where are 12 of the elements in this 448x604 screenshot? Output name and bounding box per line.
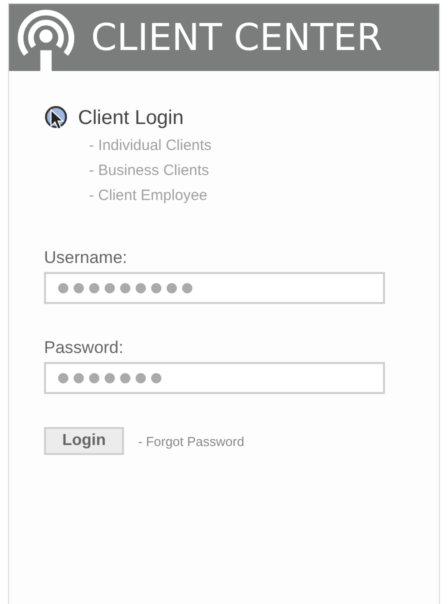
app-title: CLIENT CENTER xyxy=(91,16,382,59)
field-label: Password: xyxy=(44,338,124,358)
login-button[interactable]: Login xyxy=(44,427,124,455)
client-type-link[interactable]: - Individual Clients xyxy=(89,137,212,154)
client-type-link[interactable]: - Business Clients xyxy=(89,162,210,179)
section-title: Client Login xyxy=(78,106,184,130)
input-field[interactable]: ●●●●●●● xyxy=(44,362,385,394)
forgot-password-link[interactable]: - Forgot Password xyxy=(138,434,244,448)
input-field[interactable]: ●●●●●●●●● xyxy=(44,272,385,304)
field-label: Username: xyxy=(44,248,128,268)
client-type-link[interactable]: - Client Employee xyxy=(89,187,208,204)
cursor-icon xyxy=(44,105,70,131)
